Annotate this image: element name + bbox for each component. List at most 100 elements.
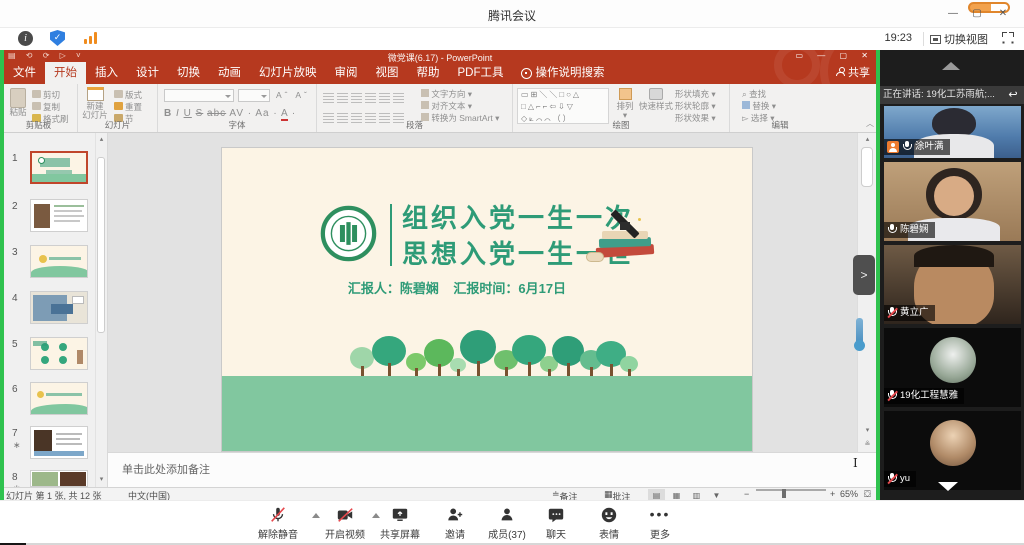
tab-view[interactable]: 视图 (367, 62, 408, 84)
tab-pdf-tools[interactable]: PDF工具 (449, 62, 513, 84)
slide-thumbnail-6[interactable] (30, 382, 88, 415)
new-slide-button[interactable]: 新建幻灯片 (80, 87, 110, 120)
underline-button[interactable]: U (184, 108, 192, 119)
slide-thumbnail-5[interactable] (30, 337, 88, 370)
slide-thumbnail-2[interactable] (30, 199, 88, 232)
italic-button[interactable]: I (176, 108, 180, 119)
tellme-search[interactable]: 操作说明搜索 (521, 62, 605, 84)
cut-button[interactable]: 剪切 (32, 90, 60, 101)
sidebar-collapse-handle[interactable]: > (853, 255, 875, 295)
minimize-icon[interactable]: — (944, 6, 962, 22)
find-button[interactable]: ⌕ 查找 (742, 88, 776, 100)
meeting-window-titlebar: 腾讯会议 — ▢ ✕ (0, 0, 1024, 28)
align-text-button[interactable]: 对齐文本 ▾ (421, 100, 499, 112)
grow-shrink-font-buttons[interactable]: Aˆ Aˇ (276, 90, 310, 101)
layout-button[interactable]: 版式 (114, 90, 142, 101)
zoom-percentage[interactable]: 65% (840, 489, 858, 499)
arrange-icon (619, 88, 632, 100)
slide-thumbnail-3[interactable] (30, 245, 88, 278)
slide-editor[interactable]: 组织入党一生一次 思想入党一生一世 汇报人：陈碧娴 汇报时间：6月17日 (222, 148, 752, 451)
video-tile[interactable]: yu (884, 411, 1021, 490)
graduation-books-illustration (594, 208, 656, 262)
window-title: 腾讯会议 (0, 7, 1024, 24)
tab-home[interactable]: 开始 (45, 62, 86, 84)
list-indent-buttons[interactable] (323, 90, 407, 108)
notes-placeholder: 单击此处添加备注 (122, 461, 210, 477)
shadow-button[interactable]: S (196, 108, 204, 119)
more-button[interactable]: ••• 更多 (629, 506, 691, 541)
reset-button[interactable]: 重置 (114, 102, 142, 113)
slide-thumbnail-7[interactable] (30, 426, 88, 459)
ppt-window-controls[interactable]: ▭ — ▢ ✕ (796, 51, 875, 60)
scroll-down-more-icon[interactable] (938, 482, 958, 491)
start-video-button[interactable]: 开启视频 (314, 506, 376, 541)
scroll-down-icon[interactable]: ▾ (862, 425, 873, 436)
scroll-up-icon[interactable]: ▴ (96, 134, 107, 145)
notes-pane[interactable]: 单击此处添加备注 I (108, 452, 876, 487)
close-icon[interactable]: ✕ (994, 6, 1012, 22)
zoom-slider[interactable] (756, 489, 826, 491)
ppt-share-button[interactable]: 共享 (836, 62, 870, 84)
participant-figure (914, 245, 994, 267)
tab-slideshow[interactable]: 幻灯片放映 (250, 62, 326, 84)
copy-button[interactable]: 复制 (32, 102, 60, 113)
quick-styles-button[interactable]: 快速样式 (639, 88, 673, 111)
bold-button[interactable]: B (164, 108, 172, 119)
text-direction-button[interactable]: 文字方向 ▾ (421, 88, 499, 100)
tab-animations[interactable]: 动画 (209, 62, 250, 84)
thumb-number: 1 (12, 153, 18, 164)
meeting-info-icon[interactable]: i (18, 31, 33, 46)
thumb-number: 4 (12, 293, 18, 304)
replace-button[interactable]: 替换 ▾ (742, 100, 776, 112)
video-tile[interactable]: 陈碧娴 (884, 162, 1021, 241)
switch-view-button[interactable]: 切换视图 (930, 31, 988, 47)
previous-slide-button[interactable]: ≗ (862, 439, 873, 450)
share-border-left (0, 50, 4, 500)
new-slide-icon (87, 87, 104, 101)
mic-muted-icon (887, 390, 897, 402)
fullscreen-icon[interactable] (1002, 32, 1014, 44)
scroll-up-icon[interactable]: ▴ (862, 134, 873, 145)
maximize-icon[interactable]: ▢ (968, 6, 986, 22)
comments-toggle[interactable]: ▦ 批注 (604, 489, 613, 500)
tab-help[interactable]: 帮助 (408, 62, 449, 84)
zoom-slider-knob[interactable] (782, 489, 786, 498)
unmute-button[interactable]: 解除静音 (247, 506, 309, 541)
font-style-buttons[interactable]: B I U S abc AV · Aa · A · (164, 108, 296, 119)
strikethrough-button[interactable]: abc (207, 108, 226, 119)
arrange-button[interactable]: 排列▾ (611, 88, 639, 120)
char-spacing-button[interactable]: AV (229, 108, 244, 119)
scrollbar-thumb[interactable] (97, 157, 105, 333)
tab-insert[interactable]: 插入 (86, 62, 127, 84)
tab-review[interactable]: 审阅 (326, 62, 367, 84)
zoom-in-button[interactable]: + (830, 489, 835, 499)
thumbnail-scrollbar[interactable]: ▴ ▾ (95, 133, 106, 487)
video-tile[interactable]: 19化工程慧雅 (884, 328, 1021, 407)
paste-button[interactable]: 粘贴 (6, 88, 30, 117)
shape-fill-button[interactable]: 形状填充 ▾ (675, 88, 716, 100)
notes-toggle[interactable]: ≐ 备注 (552, 489, 560, 500)
shape-outline-button[interactable]: 形状轮廓 ▾ (675, 100, 716, 112)
share-screen-button[interactable]: 共享屏幕 (369, 506, 431, 541)
fit-to-window-icon[interactable]: ⛋ (864, 489, 871, 500)
video-tile[interactable]: 黄立广 (884, 245, 1021, 324)
security-shield-icon[interactable]: ✓ (50, 30, 65, 46)
font-name-dropdown[interactable] (164, 89, 234, 102)
tab-file[interactable]: 文件 (4, 62, 45, 84)
slide-thumbnail-1[interactable] (30, 151, 88, 184)
group-editing: ⌕ 查找 替换 ▾ ▻ 选择 ▾ 编辑 (730, 84, 830, 132)
font-size-dropdown[interactable] (238, 89, 270, 102)
slide-thumbnail-8[interactable] (30, 470, 88, 487)
scroll-down-icon[interactable]: ▾ (96, 474, 107, 485)
collapse-up-icon[interactable] (942, 62, 960, 70)
collapse-ribbon-icon[interactable]: ︿ (866, 118, 874, 129)
video-tile[interactable]: 涂叶满 (884, 106, 1021, 158)
tab-transitions[interactable]: 切换 (168, 62, 209, 84)
back-arrow-icon[interactable]: ↩ (1005, 86, 1021, 104)
scrollbar-thumb[interactable] (861, 147, 873, 187)
change-case-button[interactable]: Aa (255, 108, 269, 119)
participant-figure (934, 176, 974, 216)
zoom-out-button[interactable]: − (744, 489, 749, 499)
tab-design[interactable]: 设计 (127, 62, 168, 84)
slide-thumbnail-4[interactable] (30, 291, 88, 324)
